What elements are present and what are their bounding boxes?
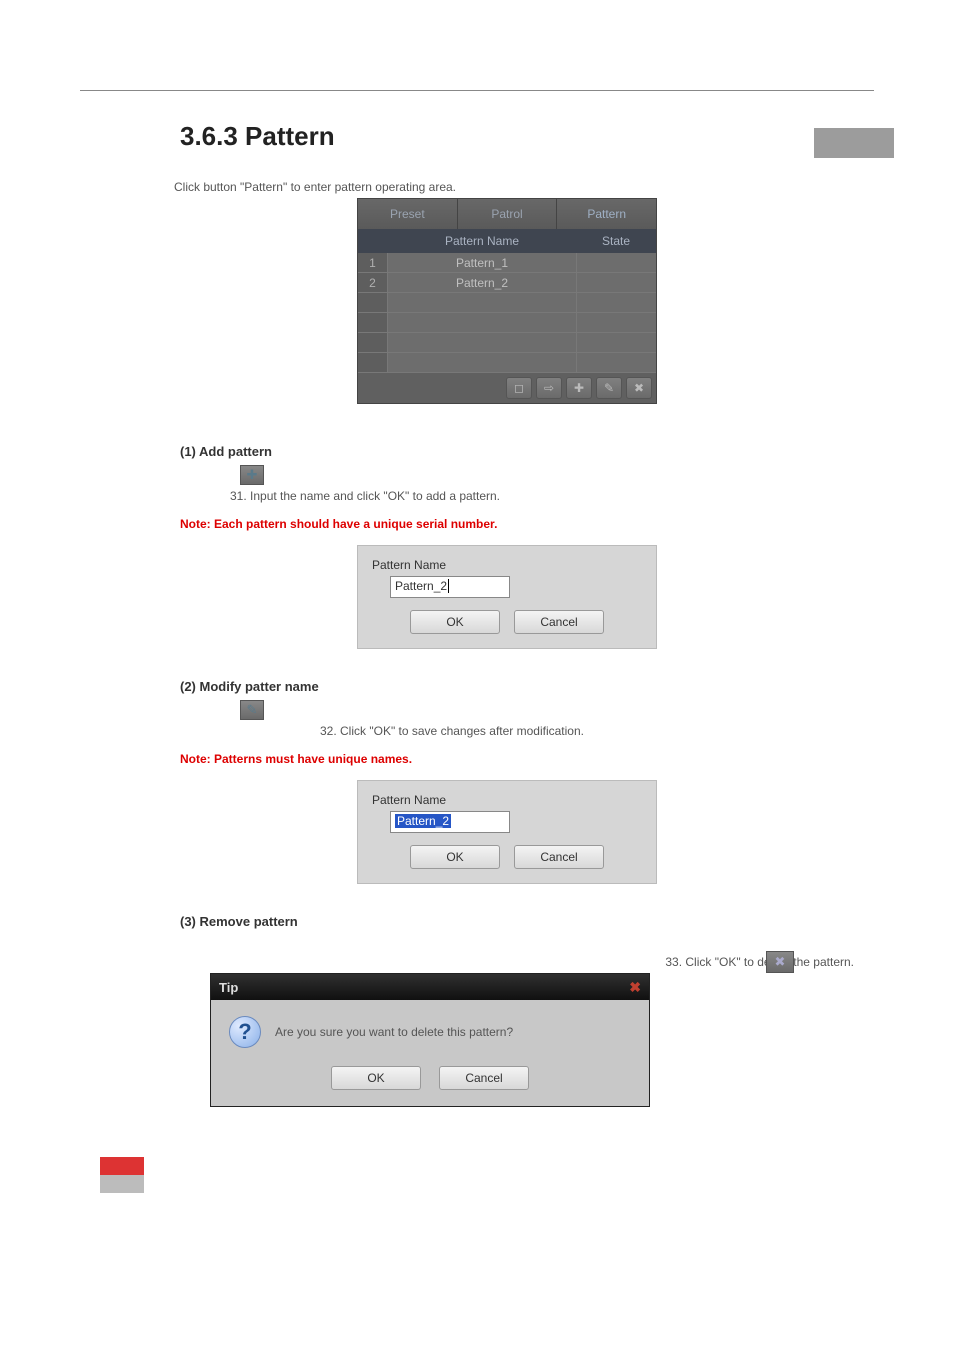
edit-icon: ✎ [240,700,264,720]
pattern-name-label: Pattern Name [372,558,642,572]
play-icon[interactable]: ⇨ [536,377,562,399]
tip-message: Are you sure you want to delete this pat… [275,1025,513,1039]
add-icon: ✚ [240,465,264,485]
tab-preset[interactable]: Preset [358,199,458,229]
cancel-button[interactable]: Cancel [514,610,604,634]
section-heading: 3.6.3 Pattern [180,121,834,152]
ok-button[interactable]: OK [410,845,500,869]
add-pattern-title: (1) Add pattern [180,444,834,459]
modify-pattern-dialog: Pattern Name Pattern_2 OK Cancel [357,780,657,884]
step-32: 32. Click "OK" to save changes after mod… [320,724,834,738]
table-row[interactable]: 2 Pattern_2 [358,273,656,293]
pattern-name-input[interactable]: Pattern_2 [390,811,510,833]
tip-dialog: Tip ✖ ? Are you sure you want to delete … [210,973,650,1107]
close-icon[interactable]: ✖ [629,979,641,996]
col-state: State [576,229,656,253]
table-row[interactable]: 1 Pattern_1 [358,253,656,273]
ok-button[interactable]: OK [331,1066,421,1090]
remove-pattern-title: (3) Remove pattern [180,914,834,929]
pattern-name-label: Pattern Name [372,793,642,807]
row-index: 2 [358,273,388,292]
tab-patrol[interactable]: Patrol [458,199,558,229]
ok-button[interactable]: OK [410,610,500,634]
delete-icon[interactable]: ✖ [626,377,652,399]
step-31: 31. Input the name and click "OK" to add… [230,489,834,503]
pattern-name-input[interactable]: Pattern_2 [390,576,510,598]
add-icon[interactable]: ✚ [566,377,592,399]
footer-decorative-block [100,1157,144,1193]
pattern-table-body: 1 Pattern_1 2 Pattern_2 . . . . [358,253,656,373]
table-row: . [358,353,656,373]
note-unique-names: Note: Patterns must have unique names. [180,752,834,766]
step-33: 33. Click "OK" to delete the pattern. [180,955,854,969]
cancel-button[interactable]: Cancel [439,1066,529,1090]
question-icon: ? [229,1016,261,1048]
tab-pattern[interactable]: Pattern [557,199,656,229]
cancel-button[interactable]: Cancel [514,845,604,869]
row-name: Pattern_2 [388,273,576,292]
row-index: 1 [358,253,388,272]
panel-toolbar: ◻ ⇨ ✚ ✎ ✖ [358,373,656,403]
row-state [576,273,656,292]
pattern-table-header: Pattern Name State [358,229,656,253]
add-pattern-dialog: Pattern Name Pattern_2 OK Cancel [357,545,657,649]
intro-text: Click button "Pattern" to enter pattern … [174,180,834,194]
panel-tabs: Preset Patrol Pattern [358,199,656,229]
tip-titlebar: Tip ✖ [211,974,649,1000]
stop-icon[interactable]: ◻ [506,377,532,399]
modify-pattern-title: (2) Modify patter name [180,679,834,694]
remove-pattern-area: ✖ 33. Click "OK" to delete the pattern. … [180,955,834,1107]
note-unique-serial: Note: Each pattern should have a unique … [180,517,834,531]
tip-title: Tip [219,980,238,995]
table-row: . [358,313,656,333]
top-decorative-block [814,128,894,158]
edit-icon[interactable]: ✎ [596,377,622,399]
pattern-panel: Preset Patrol Pattern Pattern Name State… [357,198,657,404]
row-state [576,253,656,272]
delete-icon: ✖ [766,951,794,973]
col-pattern-name: Pattern Name [388,229,576,253]
table-row: . [358,333,656,353]
row-name: Pattern_1 [388,253,576,272]
table-row: . [358,293,656,313]
